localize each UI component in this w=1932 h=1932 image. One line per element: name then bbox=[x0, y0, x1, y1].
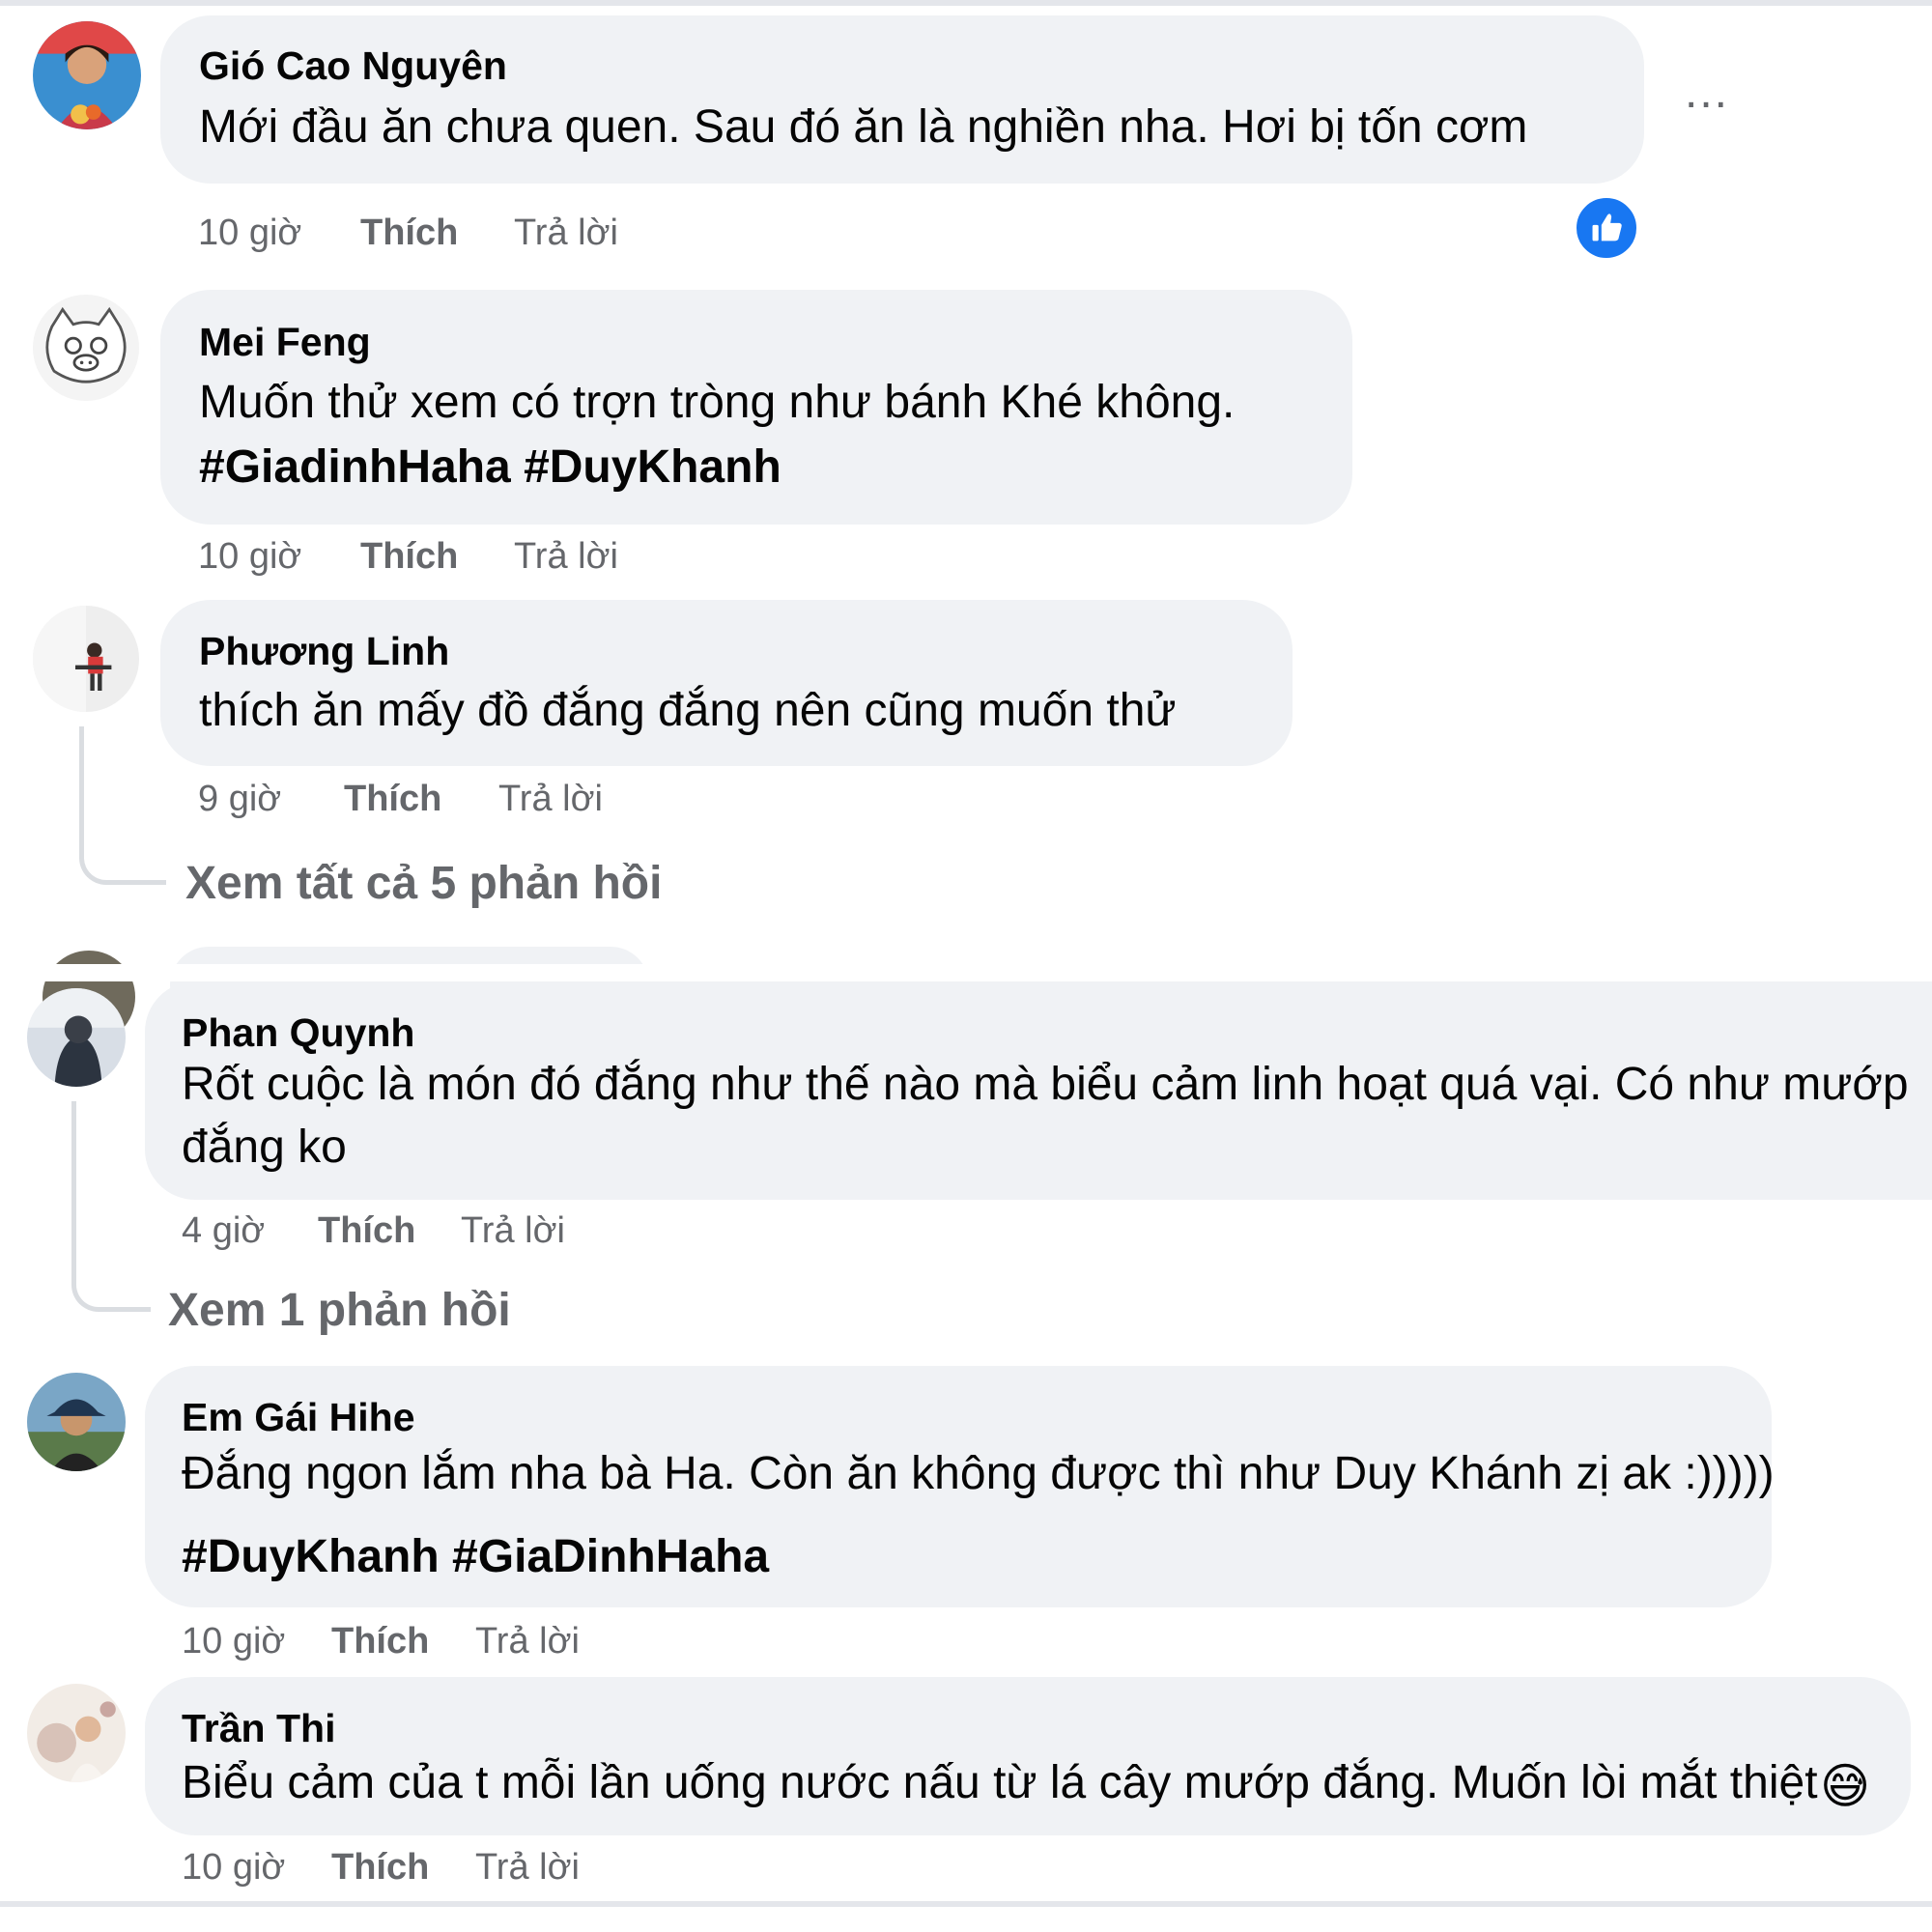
emoji-icon: 😅 bbox=[1820, 1759, 1871, 1813]
comment-text: Rốt cuộc là món đó đắng như thế nào mà b… bbox=[182, 1059, 1909, 1110]
comment-text: Đắng ngon lắm nha bà Ha. Còn ăn không đư… bbox=[182, 1448, 1775, 1499]
reply-button[interactable]: Trả lời bbox=[514, 214, 618, 251]
reply-button[interactable]: Trả lời bbox=[475, 1849, 580, 1886]
avatar[interactable] bbox=[27, 1373, 126, 1471]
like-button[interactable]: Thích bbox=[360, 538, 458, 575]
avatar[interactable] bbox=[33, 606, 139, 712]
comment-time[interactable]: 10 giờ bbox=[182, 1849, 285, 1886]
avatar[interactable] bbox=[27, 1684, 126, 1782]
like-button[interactable]: Thích bbox=[318, 1212, 415, 1249]
comment-text: Muốn thử xem có trợn tròng như bánh Khé … bbox=[199, 377, 1236, 428]
like-button[interactable]: Thích bbox=[344, 781, 441, 817]
reply-button[interactable]: Trả lời bbox=[498, 781, 603, 817]
comment-time[interactable]: 10 giờ bbox=[198, 214, 301, 251]
comment-time[interactable]: 10 giờ bbox=[198, 538, 301, 575]
comment-bubble bbox=[160, 600, 1293, 766]
reply-thread-line bbox=[71, 1101, 151, 1312]
comment-bubble bbox=[160, 15, 1644, 184]
avatar[interactable] bbox=[27, 988, 126, 1087]
comment-hashtags[interactable]: #DuyKhanh #GiaDinhHaha bbox=[182, 1534, 769, 1580]
comment-author[interactable]: Mei Feng bbox=[199, 323, 371, 362]
reply-thread-line bbox=[79, 726, 166, 885]
avatar[interactable] bbox=[33, 21, 141, 129]
reply-button[interactable]: Trả lời bbox=[461, 1212, 565, 1249]
like-button[interactable]: Thích bbox=[331, 1849, 429, 1886]
comment-time[interactable]: 10 giờ bbox=[182, 1623, 285, 1660]
comment-hashtags[interactable]: #GiadinhHaha #DuyKhanh bbox=[199, 444, 781, 491]
comment-text: Biểu cảm của t mỗi lần uống nước nấu từ … bbox=[182, 1757, 1818, 1808]
comment-bubble bbox=[145, 1677, 1911, 1835]
comment-time[interactable]: 9 giờ bbox=[198, 781, 281, 817]
like-icon[interactable] bbox=[1573, 194, 1640, 262]
comment-author[interactable]: Phan Quynh bbox=[182, 1013, 414, 1053]
comment-text: đắng ko bbox=[182, 1122, 347, 1173]
screenshot-seam bbox=[0, 964, 1932, 981]
comment-text: thích ăn mấy đồ đắng đắng nên cũng muốn … bbox=[199, 685, 1177, 736]
avatar[interactable] bbox=[33, 295, 139, 401]
comment-text: Mới đầu ăn chưa quen. Sau đó ăn là nghiề… bbox=[199, 101, 1528, 153]
more-options-icon[interactable]: ... bbox=[1685, 70, 1729, 116]
view-all-replies-link[interactable]: Xem tất cả 5 phản hồi bbox=[185, 861, 662, 907]
view-replies-link[interactable]: Xem 1 phản hồi bbox=[168, 1288, 511, 1334]
like-button[interactable]: Thích bbox=[331, 1623, 429, 1660]
comment-author[interactable]: Gió Cao Nguyên bbox=[199, 46, 507, 86]
reply-button[interactable]: Trả lời bbox=[475, 1623, 580, 1660]
comment-author[interactable]: Trần Thi bbox=[182, 1709, 335, 1748]
reply-button[interactable]: Trả lời bbox=[514, 538, 618, 575]
comment-time[interactable]: 4 giờ bbox=[182, 1212, 265, 1249]
like-button[interactable]: Thích bbox=[360, 214, 458, 251]
bottom-divider bbox=[0, 1901, 1932, 1907]
comment-author[interactable]: Phương Linh bbox=[199, 632, 449, 671]
top-divider bbox=[0, 0, 1932, 6]
comment-author[interactable]: Em Gái Hihe bbox=[182, 1398, 415, 1437]
